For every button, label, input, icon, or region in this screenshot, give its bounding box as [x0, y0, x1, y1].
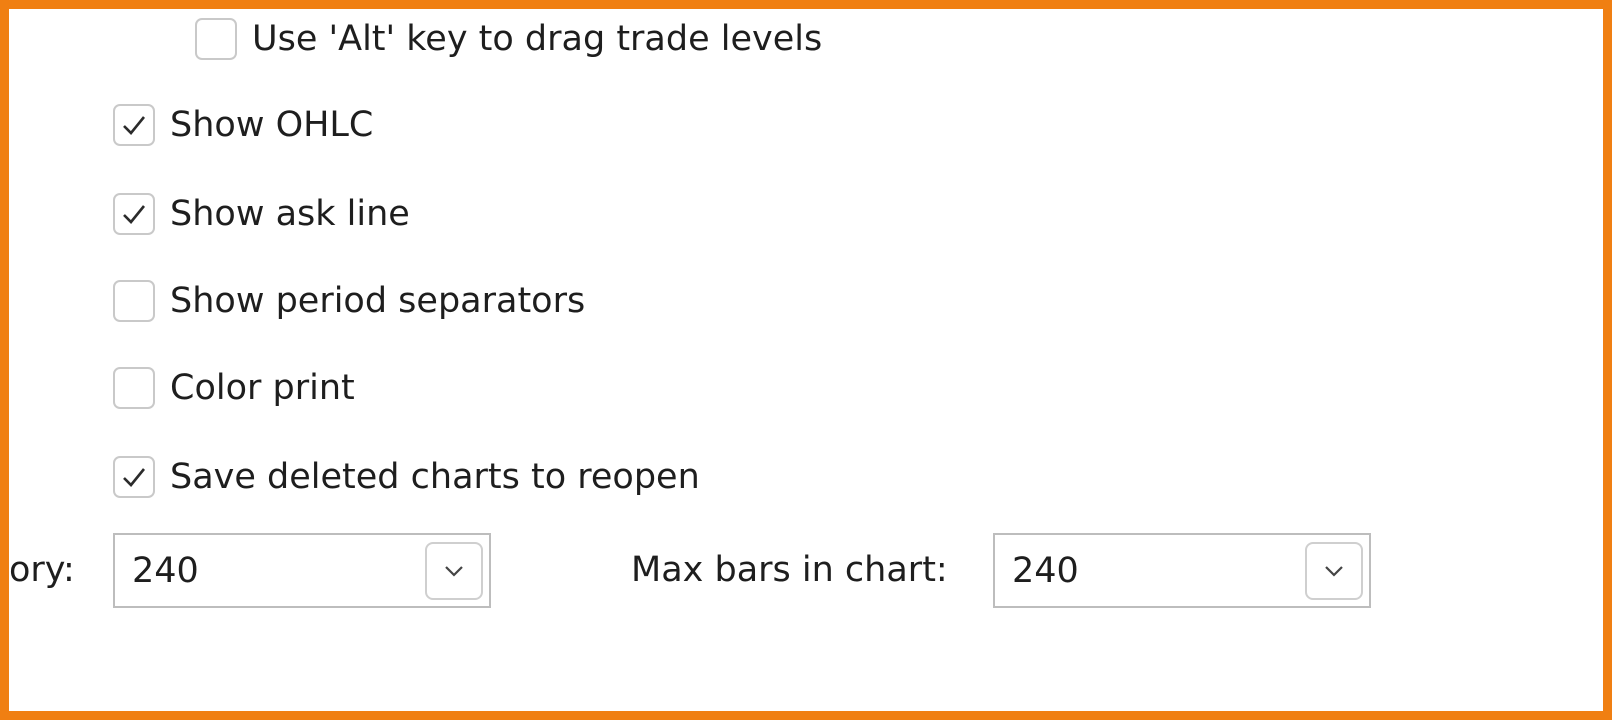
option-show-ask-line[interactable]: Show ask line [113, 190, 410, 238]
max-bars-history-select[interactable]: 240 [113, 533, 491, 608]
checkbox-period-separators[interactable] [113, 280, 155, 322]
option-show-ohlc-label: Show OHLC [170, 105, 374, 145]
option-show-ohlc[interactable]: Show OHLC [113, 101, 373, 149]
option-period-separators[interactable]: Show period separators [113, 277, 585, 325]
max-bars-history-dropdown-button[interactable] [425, 541, 483, 600]
chevron-down-icon [445, 565, 463, 577]
max-bars-history-label: ory: [9, 550, 75, 590]
max-bars-chart-label: Max bars in chart: [631, 550, 948, 590]
checkbox-alt-drag[interactable] [195, 18, 237, 60]
option-alt-drag-label: Use 'Alt' key to drag trade levels [252, 19, 823, 59]
checkbox-save-deleted-charts[interactable] [113, 456, 155, 498]
option-save-deleted-charts-label: Save deleted charts to reopen [170, 457, 700, 497]
checkbox-color-print[interactable] [113, 367, 155, 409]
max-bars-chart-select[interactable]: 240 [993, 533, 1371, 608]
option-color-print-label: Color print [170, 368, 355, 408]
check-icon [123, 205, 146, 224]
max-bars-history-value: 240 [132, 550, 199, 591]
option-period-separators-label: Show period separators [170, 281, 586, 321]
settings-panel: Use 'Alt' key to drag trade levels Show … [0, 0, 1612, 720]
max-bars-chart-value: 240 [1012, 550, 1079, 591]
option-color-print[interactable]: Color print [113, 364, 355, 412]
option-show-ask-line-label: Show ask line [170, 194, 410, 234]
option-save-deleted-charts[interactable]: Save deleted charts to reopen [113, 453, 700, 501]
max-bars-chart-dropdown-button[interactable] [1305, 541, 1363, 600]
checkbox-show-ohlc[interactable] [113, 104, 155, 146]
check-icon [123, 116, 146, 135]
chevron-down-icon [1325, 565, 1343, 577]
checkbox-show-ask-line[interactable] [113, 193, 155, 235]
option-alt-drag[interactable]: Use 'Alt' key to drag trade levels [195, 15, 822, 63]
check-icon [123, 468, 146, 487]
